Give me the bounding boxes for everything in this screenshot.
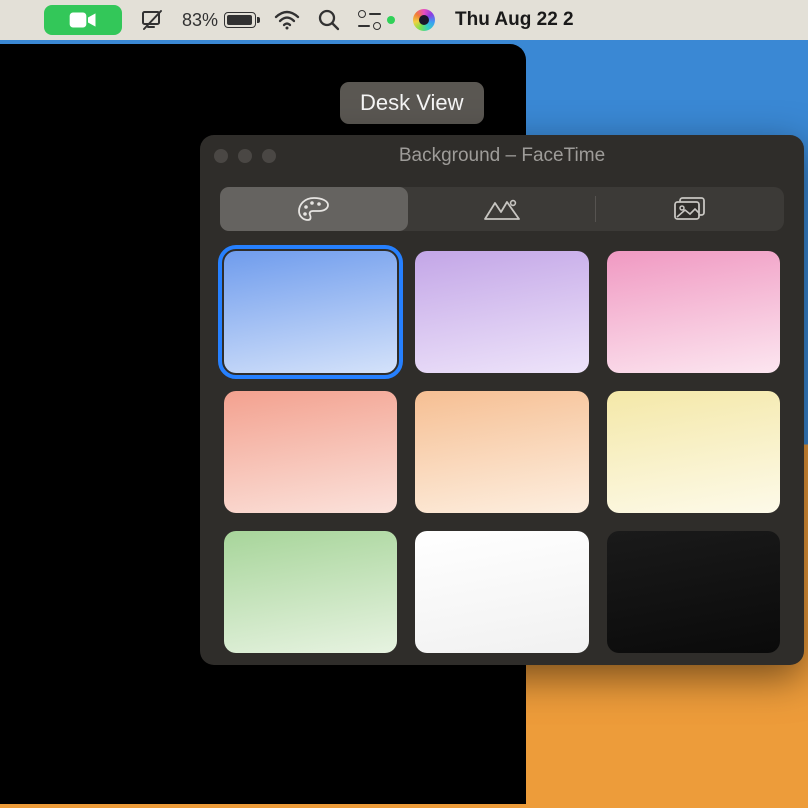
battery-percent-label: 83% <box>182 10 218 31</box>
background-swatch-grid <box>200 245 804 665</box>
photo-gallery-icon <box>673 196 707 222</box>
swatch-orange-gradient[interactable] <box>415 391 588 513</box>
menubar: 83% Thu Aug 22 2 <box>0 0 808 40</box>
palette-icon <box>297 196 331 222</box>
panel-title-bar: Background – FaceTime <box>200 135 804 177</box>
battery-icon <box>224 12 256 28</box>
control-center-icon[interactable] <box>358 9 395 31</box>
swatch-yellow-gradient[interactable] <box>607 391 780 513</box>
tab-photos[interactable] <box>596 187 784 231</box>
menubar-clock[interactable]: Thu Aug 22 2 <box>455 9 574 31</box>
tab-colors[interactable] <box>220 187 408 231</box>
window-traffic-lights <box>214 149 276 163</box>
background-category-tabs <box>220 187 784 231</box>
camera-in-use-dot <box>387 16 395 24</box>
siri-icon[interactable] <box>413 9 435 31</box>
zoom-window-button[interactable] <box>262 149 276 163</box>
battery-status[interactable]: 83% <box>182 10 256 31</box>
minimize-window-button[interactable] <box>238 149 252 163</box>
wifi-icon[interactable] <box>274 9 300 31</box>
mountain-icon <box>483 197 521 221</box>
video-camera-icon <box>68 10 98 30</box>
swatch-purple-gradient[interactable] <box>415 251 588 373</box>
swatch-black-gradient[interactable] <box>607 531 780 653</box>
screen-share-icon[interactable] <box>140 9 164 31</box>
swatch-coral-gradient[interactable] <box>224 391 397 513</box>
panel-title: Background – FaceTime <box>399 145 605 167</box>
close-window-button[interactable] <box>214 149 228 163</box>
facetime-active-indicator[interactable] <box>44 5 122 35</box>
swatch-green-gradient[interactable] <box>224 531 397 653</box>
swatch-blue-gradient[interactable] <box>224 251 397 373</box>
swatch-white-gradient[interactable] <box>415 531 588 653</box>
spotlight-search-icon[interactable] <box>318 9 340 31</box>
background-panel: Background – FaceTime <box>200 135 804 665</box>
desk-view-button[interactable]: Desk View <box>340 82 484 124</box>
tab-landscapes[interactable] <box>408 187 596 231</box>
swatch-pink-gradient[interactable] <box>607 251 780 373</box>
